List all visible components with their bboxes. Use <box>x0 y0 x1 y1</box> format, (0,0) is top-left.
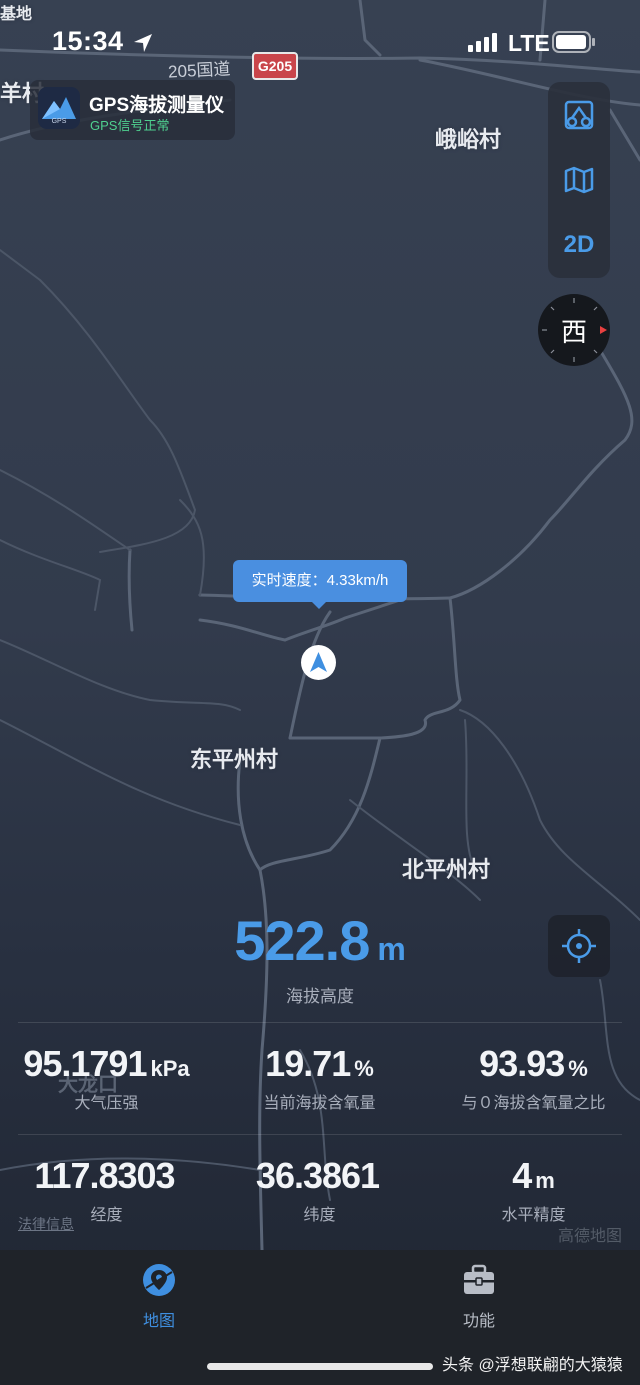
stat-label: 大气压强 <box>74 1095 139 1112</box>
speed-bubble: 实时速度：4.33km/h <box>233 560 407 602</box>
tab-functions[interactable]: 功能 <box>399 1262 559 1331</box>
app-name: GPS海拔测量仪 <box>89 95 225 116</box>
compass-direction: 西 <box>560 317 587 347</box>
altitude-value: 522.8 <box>234 909 370 972</box>
tab-map[interactable]: 地图 <box>79 1262 239 1331</box>
route-tool-button[interactable] <box>548 84 610 146</box>
route-tool-icon <box>564 100 594 130</box>
legal-info-link[interactable]: 法律信息 <box>18 1214 74 1234</box>
map-pin-icon <box>143 1264 175 1296</box>
map-place-label: 北平州村 <box>402 857 491 882</box>
stat-label: 与０海拔含氧量之比 <box>461 1095 606 1112</box>
source-watermark: 头条 @浮想联翩的大猿猿 <box>442 1357 623 1374</box>
stat-value: 36.3861 <box>255 1155 380 1196</box>
altitude-readout: 522.8 m <box>0 908 640 973</box>
gps-status: GPS信号正常 <box>90 118 170 133</box>
stat-unit: kPa <box>150 1056 190 1081</box>
signal-bars-icon <box>468 33 497 52</box>
stat-pressure: 95.1791 kPa 大气压强 <box>0 1043 213 1113</box>
stat-value: 19.71 <box>265 1043 351 1084</box>
stat-latitude: 36.3861 纬度 <box>213 1155 426 1225</box>
stat-unit: m <box>535 1168 555 1193</box>
battery-icon <box>552 31 595 53</box>
app-screen: 基地 羊村 峨峪村 东平州村 北平州村 205国道 G205 大龙口 15:34… <box>0 0 640 1385</box>
stat-label: 纬度 <box>303 1207 336 1224</box>
divider <box>18 1134 622 1135</box>
map-tool-panel: 2D <box>548 82 610 278</box>
stat-unit: % <box>354 1056 374 1081</box>
stat-value: 4 <box>512 1155 532 1196</box>
app-icon: GPS <box>38 87 80 129</box>
stat-oxygen: 19.71% 当前海拔含氧量 <box>213 1043 426 1113</box>
stat-value: 95.1791 <box>23 1043 147 1084</box>
home-indicator[interactable] <box>207 1363 433 1370</box>
navigation-arrow-icon <box>310 652 327 672</box>
map-provider-watermark: 高德地图 <box>558 1228 623 1245</box>
altitude-label: 海拔高度 <box>286 987 354 1006</box>
map-place-label: 东平州村 <box>190 747 279 772</box>
speed-bubble-pointer <box>311 601 327 609</box>
map-place-label: 峨峪村 <box>435 127 502 152</box>
stat-value: 93.93 <box>479 1043 565 1084</box>
stat-oxygen-ratio: 93.93% 与０海拔含氧量之比 <box>427 1043 640 1113</box>
divider <box>18 1022 622 1023</box>
tab-label: 功能 <box>462 1313 495 1330</box>
tab-label: 地图 <box>142 1313 175 1330</box>
map-layer-button[interactable] <box>548 149 610 211</box>
status-bar: 15:34 LTE <box>0 0 640 80</box>
altitude-unit: m <box>377 931 406 967</box>
stat-accuracy: 4m 水平精度 <box>427 1155 640 1225</box>
view-2d-button[interactable]: 2D <box>548 214 610 276</box>
current-location-marker <box>301 645 336 680</box>
toolbox-icon <box>464 1264 494 1294</box>
location-arrow-icon <box>134 34 152 52</box>
status-time: 15:34 <box>52 26 124 56</box>
stat-value: 117.8303 <box>34 1155 175 1196</box>
app-icon-caption: GPS <box>51 118 67 125</box>
stat-label: 当前海拔含氧量 <box>263 1095 376 1112</box>
network-type: LTE <box>508 30 550 56</box>
stat-unit: % <box>568 1056 588 1081</box>
map-layer-icon <box>564 166 594 194</box>
